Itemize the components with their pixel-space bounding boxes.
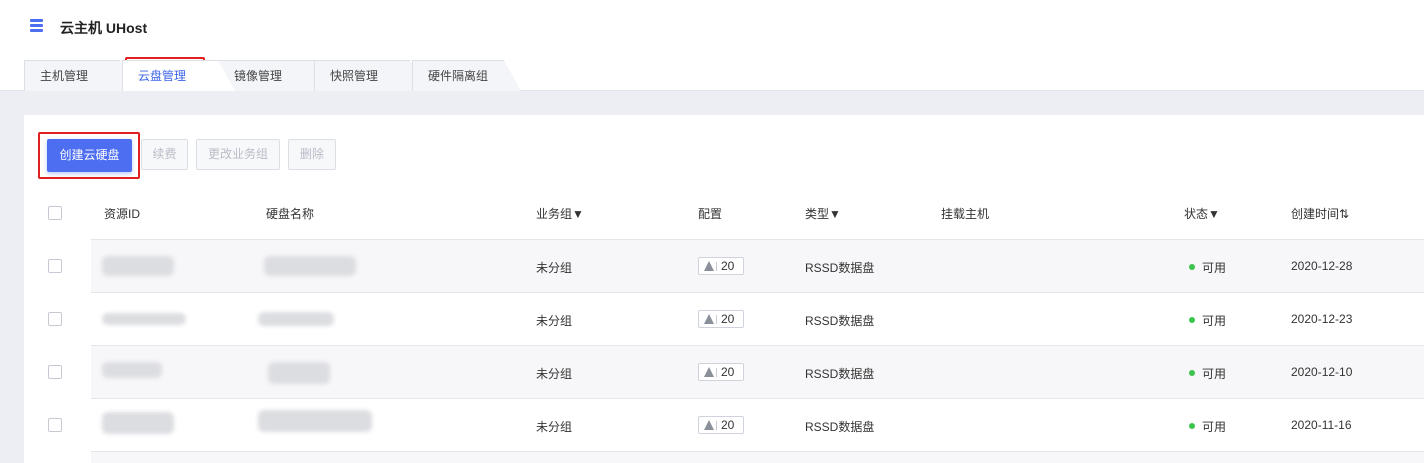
tab-isolation-group[interactable]: 硬件隔离组: [412, 60, 521, 91]
app-header: 云主机 UHost: [0, 0, 1424, 56]
status-dot-icon: [1189, 317, 1195, 323]
renew-button[interactable]: 续费: [141, 139, 188, 170]
config-size: 20: [721, 312, 735, 326]
config-badge: 20: [698, 257, 744, 275]
created-time: 2020-12-23: [1291, 312, 1353, 326]
config-badge: 20: [698, 416, 744, 434]
business-group: 未分组: [536, 420, 573, 434]
disk-type: RSSD数据盘: [805, 314, 875, 328]
created-time: 2020-12-10: [1291, 365, 1353, 379]
create-button-highlight-box: [38, 132, 140, 179]
column-resource-id: 资源ID: [104, 207, 141, 221]
column-status[interactable]: 状态▼: [1184, 205, 1220, 222]
disk-size-icon: [704, 314, 714, 324]
redacted-disk-name: [264, 256, 356, 276]
redacted-disk-name: [268, 362, 330, 384]
disk-type: RSSD数据盘: [805, 261, 875, 275]
tab-label: 快照管理: [330, 69, 379, 83]
status-text: 可用: [1202, 261, 1227, 275]
tab-snapshot-management[interactable]: 快照管理: [314, 60, 427, 91]
tab-label: 云盘管理: [138, 69, 187, 83]
redacted-disk-name: [258, 312, 334, 326]
config-badge: 20: [698, 310, 744, 328]
server-list-icon: [30, 19, 43, 33]
config-size: 20: [721, 259, 735, 273]
redacted-resource-id: [102, 313, 186, 325]
created-time: 2020-11-16: [1291, 418, 1352, 432]
redacted-resource-id: [102, 412, 174, 434]
disk-size-icon: [704, 261, 714, 271]
tab-label: 硬件隔离组: [428, 69, 489, 83]
business-group: 未分组: [536, 314, 573, 328]
config-size: 20: [721, 365, 735, 379]
config-size: 20: [721, 418, 735, 432]
status-text: 可用: [1202, 314, 1227, 328]
status-dot-icon: [1189, 264, 1195, 270]
tab-label: 主机管理: [40, 69, 89, 83]
app-title: 云主机 UHost: [60, 20, 148, 36]
column-type[interactable]: 类型▼: [805, 205, 841, 222]
redacted-disk-name: [258, 410, 372, 432]
disk-type: RSSD数据盘: [805, 367, 875, 381]
select-all-checkbox[interactable]: [48, 206, 62, 220]
delete-button[interactable]: 删除: [288, 139, 336, 170]
row-checkbox[interactable]: [48, 312, 62, 326]
tab-label: 镜像管理: [234, 69, 283, 83]
column-attached-host: 挂载主机: [941, 207, 990, 221]
business-group: 未分组: [536, 367, 573, 381]
tab-host-management[interactable]: 主机管理: [24, 60, 137, 91]
business-group: 未分组: [536, 261, 573, 275]
status-dot-icon: [1189, 370, 1195, 376]
disk-size-icon: [704, 420, 714, 430]
table-row-partial: [91, 451, 1424, 463]
status-dot-icon: [1189, 423, 1195, 429]
redacted-resource-id: [102, 362, 162, 378]
column-disk-name: 硬盘名称: [266, 207, 315, 221]
tab-bar: 主机管理 云盘管理 镜像管理 快照管理 硬件隔离组: [0, 56, 1424, 91]
row-checkbox[interactable]: [48, 365, 62, 379]
row-checkbox[interactable]: [48, 259, 62, 273]
tab-disk-management[interactable]: 云盘管理: [122, 60, 235, 91]
created-time: 2020-12-28: [1291, 259, 1353, 273]
change-group-button[interactable]: 更改业务组: [196, 139, 280, 170]
disk-size-icon: [704, 367, 714, 377]
status-text: 可用: [1202, 367, 1227, 381]
disk-type: RSSD数据盘: [805, 420, 875, 434]
status-text: 可用: [1202, 420, 1227, 434]
column-business-group[interactable]: 业务组▼: [536, 205, 584, 222]
row-checkbox[interactable]: [48, 418, 62, 432]
config-badge: 20: [698, 363, 744, 381]
column-created-time[interactable]: 创建时间⇅: [1291, 205, 1349, 222]
redacted-resource-id: [102, 256, 174, 276]
column-config: 配置: [698, 207, 723, 221]
